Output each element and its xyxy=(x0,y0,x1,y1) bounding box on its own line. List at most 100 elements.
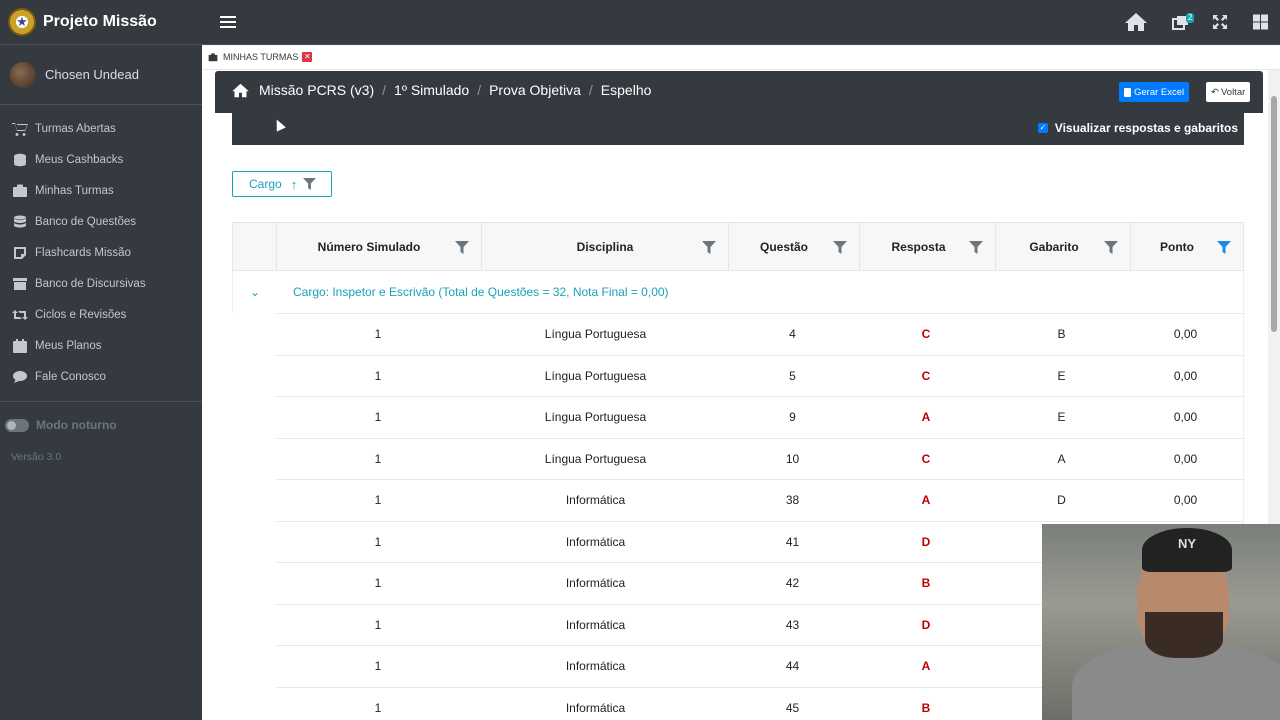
back-label: Voltar xyxy=(1220,86,1246,98)
user-panel[interactable]: Chosen Undead xyxy=(0,45,202,105)
filter-icon[interactable] xyxy=(1217,241,1231,254)
cell-resposta: D xyxy=(921,617,931,632)
column-header-questao[interactable]: Questão xyxy=(728,223,859,271)
tab-strip: MINHAS TURMAS ✕ xyxy=(202,46,1280,70)
sidebar-item-label: Flashcards Missão xyxy=(35,246,131,259)
column-header-ponto[interactable]: Ponto xyxy=(1130,223,1243,271)
home-icon[interactable] xyxy=(1125,12,1147,32)
column-header-gabarito[interactable]: Gabarito xyxy=(995,223,1130,271)
show-answers-label: Visualizar respostas e gabaritos xyxy=(1054,121,1238,135)
sidebar-item-fale-conosco[interactable]: Fale Conosco xyxy=(0,361,202,392)
table-row[interactable]: 1 Informática 38 A D 0,00 xyxy=(276,479,1244,521)
avatar xyxy=(10,61,36,88)
cell-numero: 1 xyxy=(374,700,382,715)
cell-disciplina: Língua Portuguesa xyxy=(544,327,647,342)
breadcrumb-item[interactable]: Prova Objetiva xyxy=(489,82,581,98)
cell-disciplina: Informática xyxy=(565,534,626,549)
sidebar-item-label: Minhas Turmas xyxy=(35,184,114,197)
retweet-icon xyxy=(11,308,29,322)
column-label: Disciplina xyxy=(576,240,634,254)
sort-up-icon[interactable]: ↑ xyxy=(291,177,298,192)
sidebar-item-turmas-abertas[interactable]: Turmas Abertas xyxy=(0,113,202,144)
file-excel-icon xyxy=(1124,87,1131,97)
group-panel-chip[interactable]: Cargo ↑ xyxy=(232,171,332,197)
filter-icon[interactable] xyxy=(833,241,847,254)
filter-icon[interactable] xyxy=(969,241,983,254)
grid-toolbar: ✓ Visualizar respostas e gabaritos xyxy=(232,113,1244,145)
table-row[interactable]: 1 Língua Portuguesa 4 C B 0,00 xyxy=(276,313,1244,355)
sidebar-item-label: Meus Planos xyxy=(35,339,102,352)
cell-questao: 38 xyxy=(785,493,800,508)
user-name: Chosen Undead xyxy=(45,67,139,82)
cell-gabarito: D xyxy=(1057,493,1066,508)
checkbox[interactable]: ✓ xyxy=(1037,123,1048,133)
cell-ponto: 0,00 xyxy=(1173,410,1198,425)
column-label: Ponto xyxy=(1160,240,1194,254)
filter-icon[interactable] xyxy=(1104,241,1118,254)
webcam-overlay xyxy=(1042,524,1280,720)
chevron-down-icon[interactable]: ⌄ xyxy=(233,285,277,299)
scrollbar-thumb[interactable] xyxy=(1271,96,1277,332)
sidebar-item-label: Meus Cashbacks xyxy=(35,153,124,166)
sidebar-item-flashcards[interactable]: Flashcards Missão xyxy=(0,237,202,268)
cell-disciplina: Língua Portuguesa xyxy=(544,451,647,466)
cell-questao: 45 xyxy=(785,700,800,715)
table-row[interactable]: 1 Língua Portuguesa 5 C E 0,00 xyxy=(276,354,1244,396)
brand[interactable]: Projeto Missão xyxy=(0,0,202,45)
cell-numero: 1 xyxy=(374,327,382,342)
column-header-numero[interactable]: Número Simulado xyxy=(276,223,481,271)
breadcrumb-item[interactable]: Missão PCRS (v3) xyxy=(259,82,374,98)
fullscreen-icon[interactable] xyxy=(1213,12,1227,32)
night-mode-toggle[interactable]: Modo noturno xyxy=(0,402,202,448)
breadcrumb-item: Espelho xyxy=(600,82,652,98)
cell-ponto: 0,00 xyxy=(1173,451,1198,466)
tab-minhas-turmas[interactable]: MINHAS TURMAS ✕ xyxy=(208,52,313,62)
cell-gabarito: E xyxy=(1057,368,1066,383)
sidebar-item-ciclos-revisoes[interactable]: Ciclos e Revisões xyxy=(0,299,202,330)
sidebar-item-banco-discursivas[interactable]: Banco de Discursivas xyxy=(0,268,202,299)
cell-resposta: B xyxy=(921,576,931,591)
database-icon xyxy=(11,215,29,229)
cell-resposta: A xyxy=(921,410,931,425)
brand-logo xyxy=(8,8,36,36)
sidebar-item-banco-questoes[interactable]: Banco de Questões xyxy=(0,206,202,237)
cell-questao: 4 xyxy=(789,327,796,342)
page-header: Missão PCRS (v3) / 1º Simulado / Prova O… xyxy=(215,71,1263,113)
close-icon[interactable]: ✕ xyxy=(302,52,313,62)
archive-icon xyxy=(11,277,29,291)
sidebar-item-meus-cashbacks[interactable]: Meus Cashbacks xyxy=(0,144,202,175)
cell-disciplina: Informática xyxy=(565,659,626,674)
cell-disciplina: Informática xyxy=(565,617,626,632)
column-header-resposta[interactable]: Resposta xyxy=(859,223,995,271)
grid-icon[interactable] xyxy=(1253,12,1268,32)
group-row[interactable]: ⌄ Cargo: Inspetor e Escrivão (Total de Q… xyxy=(232,271,1244,313)
cell-numero: 1 xyxy=(374,368,382,383)
generate-excel-button[interactable]: Gerar Excel xyxy=(1119,82,1190,102)
cell-questao: 44 xyxy=(785,659,800,674)
cell-disciplina: Informática xyxy=(565,493,626,508)
column-header-disciplina[interactable]: Disciplina xyxy=(481,223,728,271)
cell-numero: 1 xyxy=(374,659,382,674)
sidebar-item-minhas-turmas[interactable]: Minhas Turmas xyxy=(0,175,202,206)
menu-toggle-icon[interactable] xyxy=(220,13,236,31)
table-row[interactable]: 1 Língua Portuguesa 10 C A 0,00 xyxy=(276,437,1244,479)
sidebar-item-label: Turmas Abertas xyxy=(35,122,116,135)
home-icon[interactable] xyxy=(232,83,249,98)
breadcrumb-separator: / xyxy=(477,82,482,98)
sidebar-item-meus-planos[interactable]: Meus Planos xyxy=(0,330,202,361)
cell-disciplina: Língua Portuguesa xyxy=(544,410,647,425)
webcam-cap xyxy=(1142,528,1232,572)
breadcrumb-item[interactable]: 1º Simulado xyxy=(394,82,469,98)
filter-icon[interactable] xyxy=(455,241,469,254)
show-answers-toggle[interactable]: ✓ Visualizar respostas e gabaritos xyxy=(1037,121,1238,135)
table-row[interactable]: 1 Língua Portuguesa 9 A E 0,00 xyxy=(276,396,1244,438)
version-text: Versão 3.0 xyxy=(11,451,62,463)
cell-questao: 41 xyxy=(785,534,800,549)
back-button[interactable]: ↶ Voltar xyxy=(1206,82,1251,102)
cell-numero: 1 xyxy=(374,617,382,632)
toggle-switch[interactable] xyxy=(5,418,29,432)
filter-icon[interactable] xyxy=(702,241,716,254)
filter-icon[interactable] xyxy=(303,178,317,190)
brand-text: Projeto Missão xyxy=(43,13,157,30)
cell-resposta: C xyxy=(921,451,931,466)
